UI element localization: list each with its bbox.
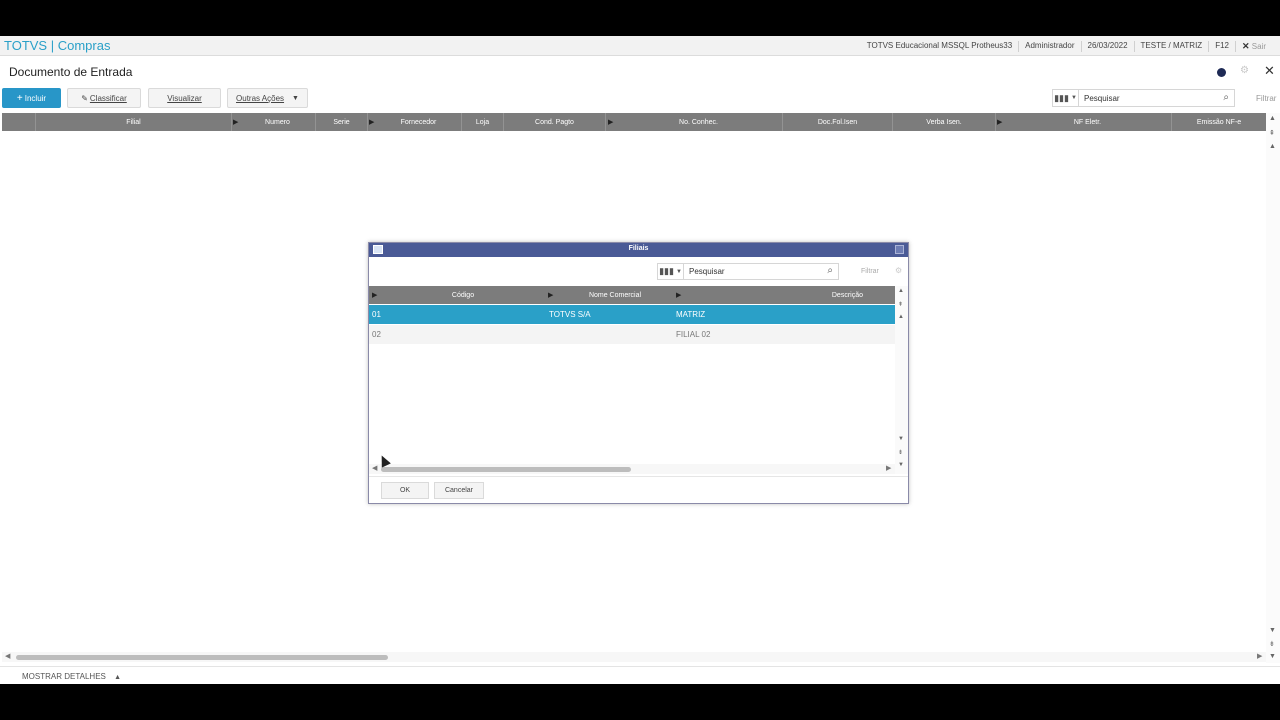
- column-cond-pagto[interactable]: Cond. Pagto: [504, 113, 606, 131]
- dialog-title: Filiais: [628, 245, 649, 252]
- exit-button[interactable]: ✕ Sair: [1234, 41, 1272, 52]
- column-arrow-icon: ▶: [676, 292, 682, 299]
- dialog-vertical-scrollbar[interactable]: ▲ ⇞ ▲ ▼ ⇟ ▼: [895, 286, 908, 474]
- dialog-search-input[interactable]: ▮▮▮ ▼ Pesquisar ⌕: [657, 263, 839, 280]
- column-emissao-nfe[interactable]: Emissão NF-e: [1172, 113, 1266, 131]
- dialog-filter-button[interactable]: Filtrar: [861, 268, 879, 275]
- dialog-grid-header: ▶ Código ▶ Nome Comercial ▶ Descrição: [369, 286, 895, 304]
- search-input[interactable]: ▮▮▮ ▼ Pesquisar ⌕: [1052, 89, 1235, 107]
- column-arrow-icon: ▶: [233, 119, 239, 126]
- help-key[interactable]: F12: [1208, 41, 1235, 52]
- scroll-down-icon[interactable]: ▼: [898, 436, 904, 442]
- chevron-down-icon: ▼: [292, 94, 299, 102]
- scroll-page-up-icon[interactable]: ⇞: [898, 301, 903, 308]
- column-nome-comercial[interactable]: Nome Comercial: [555, 286, 675, 304]
- scroll-top-icon[interactable]: ▲: [1269, 115, 1276, 122]
- column-loja[interactable]: Loja: [462, 113, 504, 131]
- app-window: TOTVS | Compras TOTVS Educacional MSSQL …: [0, 36, 1280, 684]
- other-actions-button[interactable]: Outras Ações ▼: [227, 88, 308, 108]
- column-arrow-icon: ▶: [997, 119, 1003, 126]
- grid-header-select[interactable]: [2, 113, 36, 131]
- column-filial[interactable]: Filial: [36, 113, 232, 131]
- column-verba-isen[interactable]: Verba Isen.: [893, 113, 996, 131]
- title-bar: Documento de Entrada ⚙ ✕: [0, 57, 1280, 87]
- plus-icon: +: [16, 92, 23, 104]
- scroll-bottom-icon[interactable]: ▼: [1269, 653, 1276, 660]
- cancel-button[interactable]: Cancelar: [434, 482, 484, 499]
- dialog-horizontal-scrollbar[interactable]: ◀ ▶: [369, 464, 895, 474]
- column-descricao[interactable]: Descrição: [683, 286, 863, 304]
- dialog-close-icon[interactable]: [895, 245, 904, 254]
- close-icon: ✕: [1241, 41, 1250, 51]
- view-button[interactable]: Visualizar: [148, 88, 221, 108]
- show-details-toggle[interactable]: MOSTRAR DETALHES ▲: [22, 672, 121, 681]
- scroll-page-down-icon[interactable]: ⇟: [898, 449, 903, 456]
- scroll-right-icon[interactable]: ▶: [1257, 652, 1262, 660]
- chevron-up-icon: ▲: [114, 674, 122, 681]
- scroll-up-icon[interactable]: ▲: [1269, 143, 1276, 150]
- column-arrow-icon: ▶: [608, 119, 614, 126]
- search-icon[interactable]: ⌕: [1223, 92, 1229, 103]
- company-label[interactable]: TESTE / MATRIZ: [1133, 41, 1209, 52]
- scroll-right-icon[interactable]: ▶: [886, 464, 891, 472]
- gear-icon[interactable]: ⚙: [895, 266, 902, 275]
- add-button[interactable]: + Incluir: [2, 88, 61, 108]
- column-codigo[interactable]: Código: [379, 286, 547, 304]
- scroll-top-icon[interactable]: ▲: [898, 288, 904, 294]
- table-row[interactable]: 02 FILIAL 02: [369, 325, 895, 344]
- details-footer: MOSTRAR DETALHES ▲: [0, 666, 1280, 684]
- scroll-page-down-icon[interactable]: ⇟: [1269, 640, 1275, 648]
- column-numero[interactable]: Numero: [240, 113, 316, 131]
- column-doc-fol-isen[interactable]: Doc.Fol.Isen: [783, 113, 893, 131]
- scroll-up-icon[interactable]: ▲: [898, 314, 904, 320]
- environment-label: TOTVS Educacional MSSQL Protheus33: [866, 41, 1013, 50]
- scroll-thumb[interactable]: [16, 655, 388, 660]
- cell-code: 01: [372, 310, 381, 319]
- scroll-left-icon[interactable]: ◀: [5, 652, 10, 660]
- column-arrow-icon: ▶: [369, 119, 375, 126]
- classify-button[interactable]: ✎ Classificar: [67, 88, 141, 108]
- user-label[interactable]: Administrador: [1018, 41, 1080, 52]
- pencil-icon: ✎: [81, 93, 88, 103]
- search-icon[interactable]: ⌕: [827, 265, 833, 276]
- columns-icon[interactable]: ▮▮▮ ▼: [658, 264, 684, 279]
- column-arrow-icon: ▶: [548, 292, 554, 299]
- scroll-bottom-icon[interactable]: ▼: [898, 462, 904, 468]
- session-info: TOTVS Educacional MSSQL Protheus33 Admin…: [861, 41, 1272, 52]
- columns-icon[interactable]: ▮▮▮ ▼: [1053, 90, 1079, 106]
- cell-name: TOTVS S/A: [549, 310, 591, 319]
- column-fornecedor[interactable]: Fornecedor: [376, 113, 462, 131]
- scroll-down-icon[interactable]: ▼: [1269, 627, 1276, 634]
- grid-horizontal-scrollbar[interactable]: ◀ ▶: [2, 652, 1266, 662]
- grid-header: Filial ▶ Numero Serie ▶ Fornecedor Loja …: [2, 113, 1266, 131]
- filter-button[interactable]: Filtrar: [1256, 94, 1276, 103]
- gear-icon[interactable]: ⚙: [1240, 65, 1249, 76]
- scroll-left-icon[interactable]: ◀: [372, 464, 377, 472]
- column-no-conhec[interactable]: No. Conhec.: [615, 113, 783, 131]
- grid-vertical-scrollbar[interactable]: ▲ ⇞ ▲ ▼ ⇟ ▼: [1266, 113, 1280, 663]
- date-label[interactable]: 26/03/2022: [1080, 41, 1134, 52]
- cell-description: FILIAL 02: [676, 330, 711, 339]
- dialog-divider: [369, 476, 908, 477]
- column-nf-eletr[interactable]: NF Eletr.: [1004, 113, 1172, 131]
- scroll-page-up-icon[interactable]: ⇞: [1269, 129, 1275, 137]
- scroll-thumb[interactable]: [381, 467, 631, 472]
- ok-button[interactable]: OK: [381, 482, 429, 499]
- app-brand: TOTVS | Compras: [4, 38, 111, 53]
- column-serie[interactable]: Serie: [316, 113, 368, 131]
- column-arrow-icon: ▶: [372, 292, 378, 299]
- status-dot-icon[interactable]: [1217, 68, 1226, 77]
- close-icon[interactable]: ✕: [1264, 63, 1275, 79]
- cell-description: MATRIZ: [676, 310, 706, 319]
- table-row[interactable]: 01 TOTVS S/A MATRIZ: [369, 305, 895, 324]
- page-title: Documento de Entrada: [9, 65, 133, 79]
- branches-dialog: Filiais ▮▮▮ ▼ Pesquisar ⌕ Filtrar ⚙ ▶ Có…: [368, 242, 909, 504]
- cell-code: 02: [372, 330, 381, 339]
- toolbar: + Incluir ✎ Classificar Visualizar Outra…: [0, 88, 1280, 110]
- dialog-title-bar: Filiais: [369, 243, 908, 257]
- top-bar: TOTVS | Compras TOTVS Educacional MSSQL …: [0, 36, 1280, 56]
